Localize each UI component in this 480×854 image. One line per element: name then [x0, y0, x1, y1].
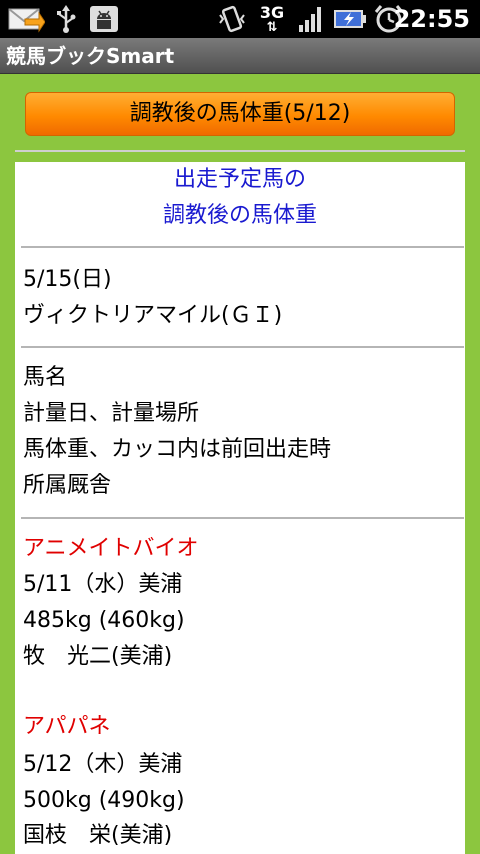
divider: [21, 246, 464, 248]
divider: [15, 150, 465, 152]
status-time: 22:55: [393, 5, 470, 33]
race-date: 5/15(日): [23, 267, 112, 292]
horse-weigh-date: 5/12（木）美浦: [23, 752, 183, 777]
race-name: ヴィクトリアマイル(ＧＩ): [23, 303, 283, 328]
horse-weigh-date: 5/11（水）美浦: [23, 572, 183, 597]
legend-stable: 所属厩舎: [23, 473, 112, 498]
mail-notification-icon: [6, 4, 46, 34]
app-title-bar: 競馬ブックSmart: [0, 38, 480, 74]
vibrate-icon: [216, 4, 248, 34]
intro-line-2: 調教後の馬体重: [162, 203, 317, 228]
legend-weigh-date-place: 計量日、計量場所: [23, 401, 200, 426]
signal-strength-icon: [296, 4, 326, 34]
horse-name: アパパネ: [23, 714, 111, 739]
divider: [21, 346, 464, 348]
battery-charging-icon: [332, 4, 368, 34]
network-3g-icon: 3G ⇅: [259, 2, 285, 35]
usb-icon: [52, 4, 80, 34]
usb-debugging-icon: [86, 4, 122, 34]
divider: [21, 517, 464, 519]
status-bar: 3G ⇅ 22:55: [0, 0, 480, 38]
horse-stable: 牧 光二(美浦): [23, 644, 173, 669]
legend-body-weight: 馬体重、カッコ内は前回出走時: [23, 437, 332, 462]
horse-body-weight: 485kg (460kg): [23, 608, 185, 633]
legend-horse-name: 馬名: [23, 365, 68, 390]
training-weight-button[interactable]: 調教後の馬体重(5/12): [25, 92, 455, 136]
horse-body-weight: 500kg (490kg): [23, 788, 185, 813]
horse-stable: 国枝 栄(美浦): [23, 823, 173, 848]
intro-line-1: 出走予定馬の: [173, 167, 306, 192]
app-title: 競馬ブックSmart: [6, 44, 175, 68]
horse-name: アニメイトバイオ: [23, 536, 199, 561]
